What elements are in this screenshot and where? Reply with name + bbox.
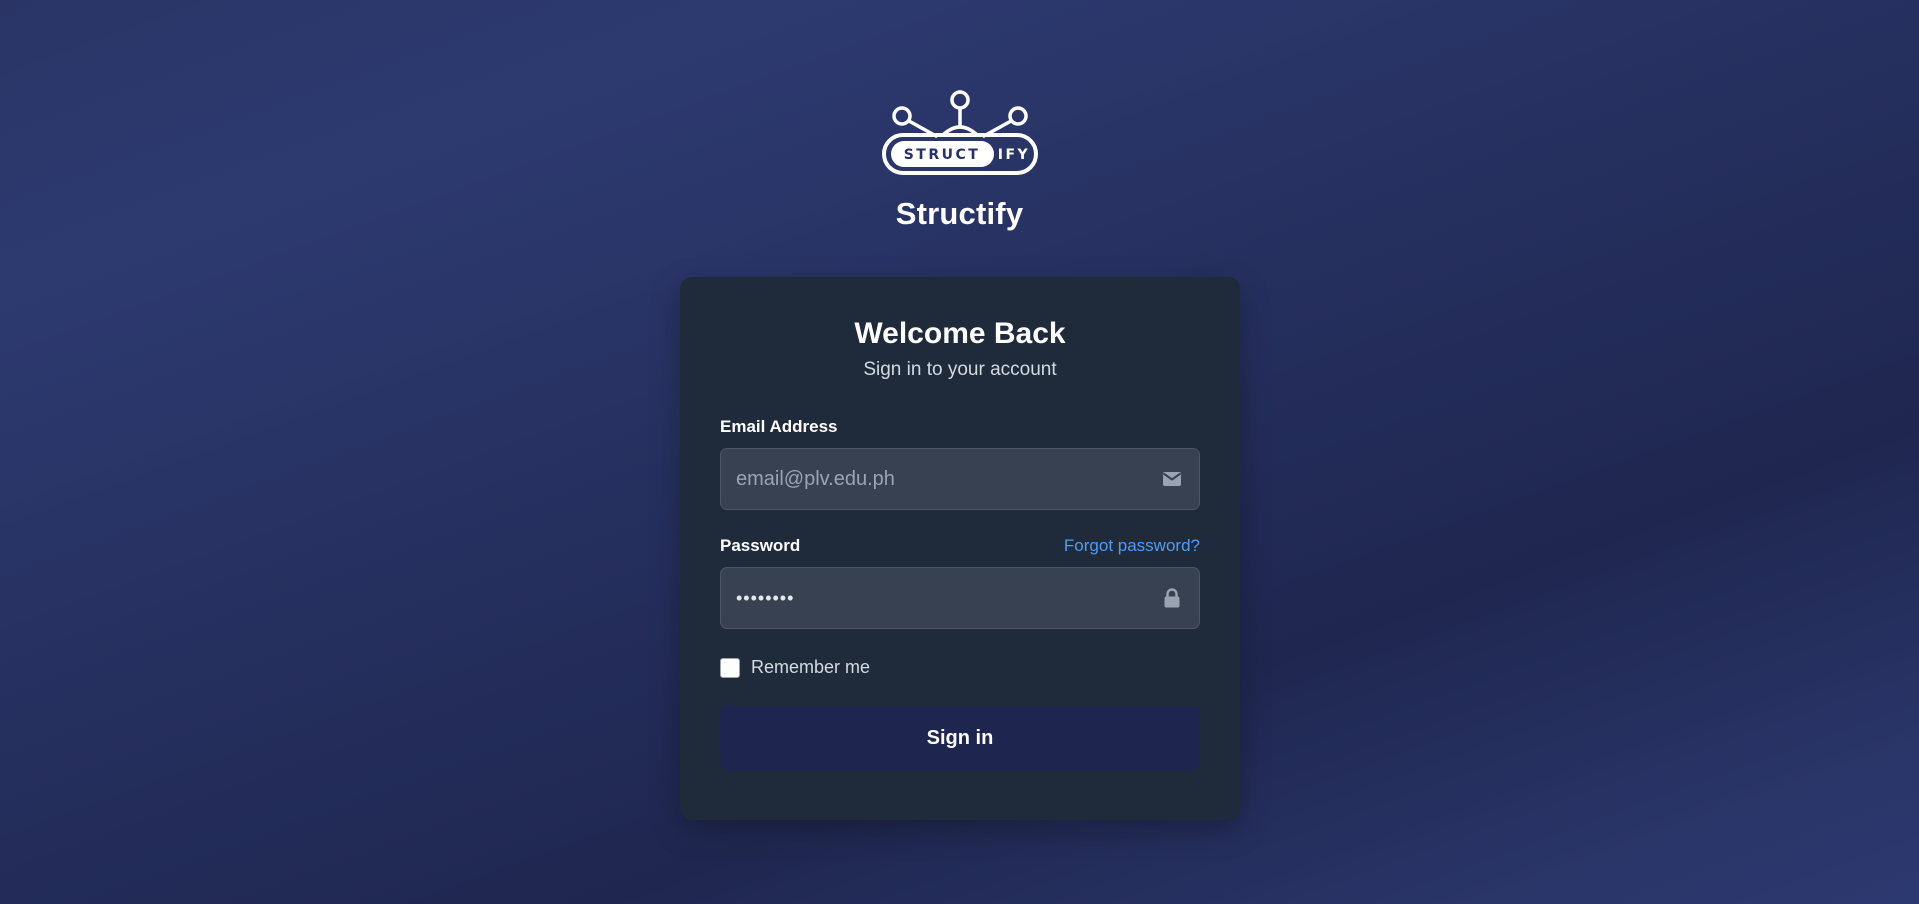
logo-text-left: STRUCT <box>903 147 980 163</box>
logo-text-right: IFY <box>997 147 1029 163</box>
remember-me-checkbox[interactable] <box>720 657 740 678</box>
password-input[interactable] <box>721 568 1199 628</box>
structify-logo: STRUCT IFY <box>881 90 1038 175</box>
sign-in-button[interactable]: Sign in <box>720 706 1200 770</box>
login-card: Welcome Back Sign in to your account Ema… <box>680 277 1240 820</box>
password-field-group: Password Forgot password? <box>720 536 1200 629</box>
email-label-row: Email Address <box>720 417 1200 437</box>
card-title: Welcome Back <box>854 317 1066 350</box>
envelope-icon <box>1161 468 1183 490</box>
card-subtitle: Sign in to your account <box>863 359 1057 380</box>
email-input[interactable] <box>721 449 1199 509</box>
email-field-group: Email Address <box>720 417 1200 510</box>
password-label: Password <box>720 536 801 555</box>
remember-me-label[interactable]: Remember me <box>751 657 870 678</box>
lock-icon <box>1161 587 1183 609</box>
remember-me-row: Remember me <box>720 657 1200 678</box>
brand-header: STRUCT IFY Structify <box>0 88 1919 232</box>
password-input-wrapper <box>720 567 1200 629</box>
email-label: Email Address <box>720 417 838 436</box>
brand-name: Structify <box>895 196 1024 231</box>
password-label-row: Password Forgot password? <box>720 536 1200 556</box>
forgot-password-link[interactable]: Forgot password? <box>1064 536 1200 556</box>
email-input-wrapper <box>720 448 1200 510</box>
